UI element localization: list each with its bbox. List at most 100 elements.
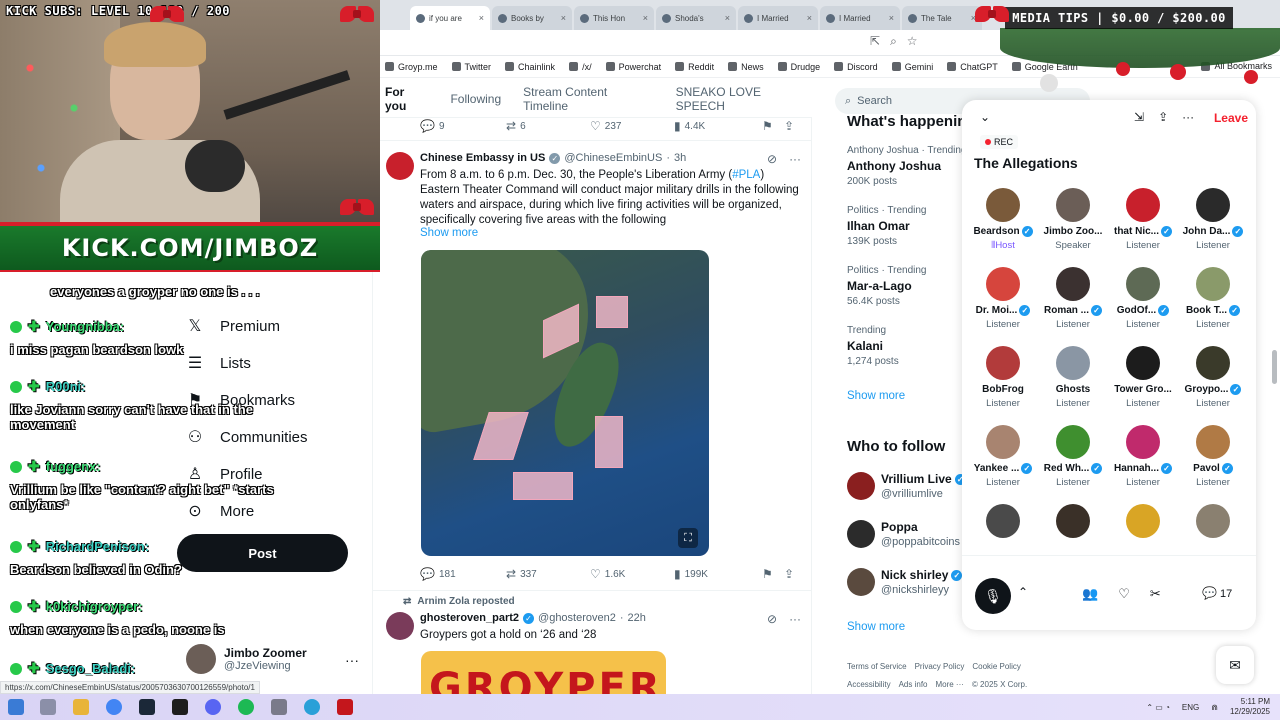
space-participant[interactable]: [1038, 504, 1108, 538]
start-icon[interactable]: [8, 699, 24, 715]
repost-button[interactable]: ⇄ 337: [506, 567, 590, 581]
timeline-tab[interactable]: Stream Content Timeline: [523, 85, 653, 113]
more-options-icon[interactable]: ···: [789, 152, 801, 166]
views-button[interactable]: ▮ 199K: [674, 567, 762, 581]
browser-tab[interactable]: I Married ×: [820, 6, 900, 30]
bookmark-star-icon[interactable]: ☆: [907, 34, 918, 49]
timeline-tab[interactable]: SNEAKO LOVE SPEECH: [676, 85, 812, 113]
more-options-icon[interactable]: ···: [1182, 110, 1194, 124]
space-participant[interactable]: Jimbo Zoo... Speaker: [1038, 188, 1108, 251]
browser-tab[interactable]: I Married ×: [738, 6, 818, 30]
react-heart-icon[interactable]: ♡: [1118, 586, 1130, 602]
timeline-tab[interactable]: For you: [385, 85, 428, 113]
browser-tab[interactable]: Books by ×: [492, 6, 572, 30]
bookmark-item[interactable]: Gemini: [891, 62, 933, 72]
spotify-icon[interactable]: [238, 699, 254, 715]
account-more-icon[interactable]: ···: [345, 652, 359, 668]
trends-show-more[interactable]: Show more: [847, 390, 905, 402]
space-participant[interactable]: Hannah... ✓ Listener: [1108, 425, 1178, 488]
close-tab-icon[interactable]: ×: [725, 13, 730, 23]
bookmark-item[interactable]: Discord: [834, 62, 878, 72]
bookmark-item[interactable]: Chainlink: [505, 62, 555, 72]
trend-item[interactable]: Anthony Joshua · Trending Anthony Joshua 2…: [847, 145, 967, 187]
more-options-icon[interactable]: ···: [789, 612, 801, 626]
chrome-icon[interactable]: [106, 699, 122, 715]
space-participant[interactable]: Pavol ✓ Listener: [1178, 425, 1248, 488]
close-tab-icon[interactable]: ×: [807, 13, 812, 23]
language-indicator[interactable]: ENG: [1182, 703, 1199, 712]
tweet-time[interactable]: 3h: [674, 152, 686, 164]
like-button[interactable]: ♡ 237: [590, 119, 674, 133]
bookmark-item[interactable]: ChatGPT: [947, 62, 998, 72]
bookmark-item[interactable]: Drudge: [777, 62, 820, 72]
leave-button[interactable]: Leave: [1214, 111, 1248, 125]
tweet-image[interactable]: GROYPER: [421, 651, 666, 700]
comments-button[interactable]: 💬 17: [1202, 586, 1232, 600]
trend-item[interactable]: Trending Kalani 1,274 posts: [847, 325, 899, 367]
space-participant[interactable]: [1108, 504, 1178, 538]
footer-link[interactable]: Terms of Service: [847, 662, 907, 671]
trend-item[interactable]: Politics · Trending Ilhan Omar 139K posts: [847, 205, 926, 247]
space-participant[interactable]: Beardson ✓ ⦀Host: [968, 188, 1038, 251]
close-tab-icon[interactable]: ×: [479, 13, 484, 23]
space-participant[interactable]: Tower Gro... Listener: [1108, 346, 1178, 409]
people-icon[interactable]: 👥: [1082, 586, 1098, 602]
space-participant[interactable]: [1178, 504, 1248, 538]
space-participant[interactable]: Roman ... ✓ Listener: [1038, 267, 1108, 330]
discord-icon[interactable]: [205, 699, 221, 715]
tray-icons[interactable]: ⌃ ▭ ◔: [1146, 703, 1170, 712]
footer-link[interactable]: Cookie Policy: [972, 662, 1020, 671]
browser-tab[interactable]: if you are ×: [410, 6, 490, 30]
tweet-author-handle[interactable]: @ghosteroven2: [538, 612, 616, 624]
clock[interactable]: 5:11 PM 12/29/2025: [1230, 697, 1270, 717]
follow-suggestion[interactable]: Poppa @poppabitcoins: [847, 520, 960, 548]
bookmark-item[interactable]: Reddit: [675, 62, 714, 72]
grok-icon[interactable]: ⊘: [767, 152, 777, 166]
views-button[interactable]: ▮ 4.4K: [674, 119, 762, 133]
messages-button[interactable]: ✉: [1216, 646, 1254, 684]
bookmark-item[interactable]: /x/: [569, 62, 592, 72]
space-participant[interactable]: Dr. Moi... ✓ Listener: [968, 267, 1038, 330]
repost-button[interactable]: ⇄ 6: [506, 119, 590, 133]
file-explorer-icon[interactable]: [73, 699, 89, 715]
bookmark-item[interactable]: News: [728, 62, 764, 72]
clip-icon[interactable]: ✂: [1150, 586, 1161, 602]
repost-by-text[interactable]: Arnim Zola reposted: [417, 596, 514, 607]
bookmark-item[interactable]: Groyp.me: [385, 62, 438, 72]
zoom-icon[interactable]: ⌕: [890, 34, 897, 49]
like-button[interactable]: ♡ 1.6K: [590, 567, 674, 581]
network-icon[interactable]: ⋒: [1211, 703, 1218, 712]
telegram-icon[interactable]: [304, 699, 320, 715]
footer-link[interactable]: Accessibility: [847, 680, 891, 689]
chinese-embassy-avatar[interactable]: [386, 152, 414, 180]
tweet-map-image[interactable]: ⛶: [421, 250, 709, 556]
footer-link[interactable]: More ···: [935, 680, 963, 689]
reply-button[interactable]: 💬 9: [420, 119, 506, 133]
footer-link[interactable]: Ads info: [899, 680, 928, 689]
space-participant[interactable]: that Nic... ✓ Listener: [1108, 188, 1178, 251]
app-icon[interactable]: [271, 699, 287, 715]
show-more-link[interactable]: Show more: [420, 227, 478, 239]
tweet-author-handle[interactable]: @ChineseEmbinUS: [564, 152, 662, 164]
follow-suggestion[interactable]: Nick shirley ✓ @nickshirleyy: [847, 568, 963, 596]
ghosteroven-avatar[interactable]: [386, 612, 414, 640]
obs-icon[interactable]: [337, 699, 353, 715]
share-button[interactable]: ⇪: [784, 567, 798, 581]
share-button[interactable]: ⇪: [784, 119, 798, 133]
space-participant[interactable]: BobFrog Listener: [968, 346, 1038, 409]
close-tab-icon[interactable]: ×: [561, 13, 566, 23]
chevron-up-icon[interactable]: ⌃: [1018, 585, 1028, 599]
space-participant[interactable]: John Da... ✓ Listener: [1178, 188, 1248, 251]
bookmark-button[interactable]: ⚑: [762, 119, 784, 133]
install-app-icon[interactable]: ⇱: [870, 34, 880, 49]
browser-tab[interactable]: This Hon ×: [574, 6, 654, 30]
hashtag-link[interactable]: #PLA: [732, 169, 760, 181]
footer-link[interactable]: © 2025 X Corp.: [972, 680, 1027, 689]
close-tab-icon[interactable]: ×: [889, 13, 894, 23]
close-tab-icon[interactable]: ×: [643, 13, 648, 23]
timeline-tab[interactable]: Following: [450, 92, 501, 106]
browser-tab[interactable]: Shoda's ×: [656, 6, 736, 30]
space-participant[interactable]: Groypo... ✓ Listener: [1178, 346, 1248, 409]
bookmark-item[interactable]: Twitter: [451, 62, 491, 72]
grok-icon[interactable]: ⊘: [767, 612, 777, 626]
